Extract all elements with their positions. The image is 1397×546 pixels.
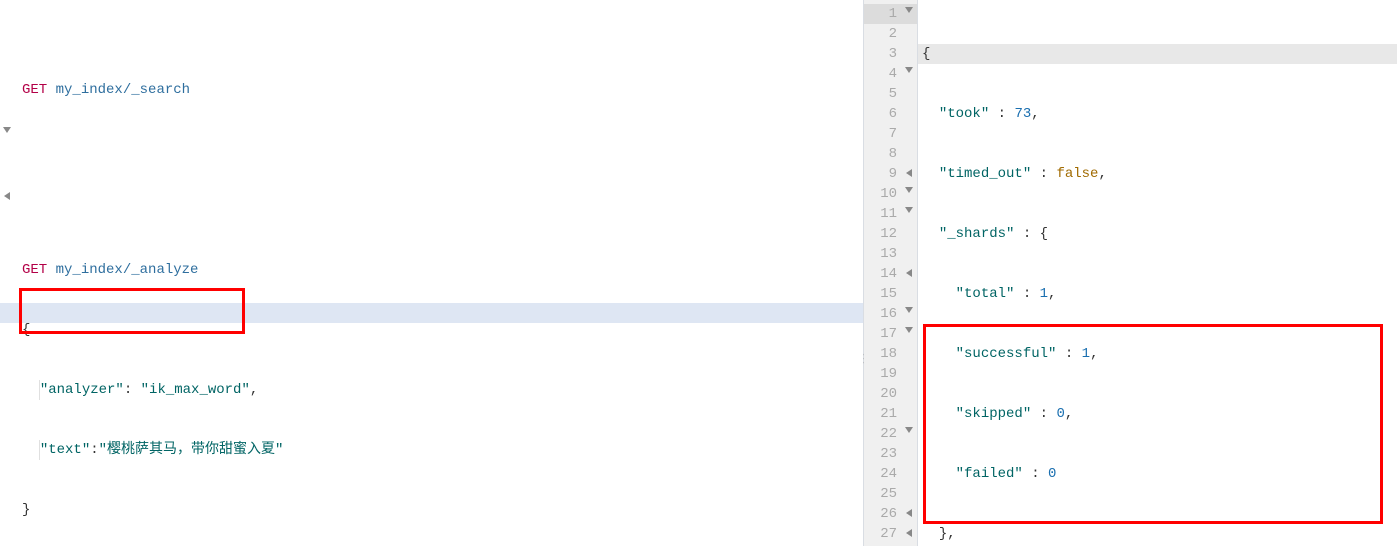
code-line[interactable]: GET my_index/_analyze <box>22 260 863 280</box>
response-pane: 1 2 3 4 5 6 7 8 9 10 11 12 13 14 15 16 1… <box>864 0 1397 546</box>
line-number: 18 <box>864 344 917 364</box>
code-line[interactable]: "timed_out" : false, <box>918 164 1397 184</box>
line-number: 8 <box>864 144 917 164</box>
code-line[interactable]: GET my_index/_search <box>22 80 863 100</box>
request-path: my_index/_search <box>56 82 190 98</box>
code-line[interactable]: "failed" : 0 <box>918 464 1397 484</box>
fold-arrow-right-icon[interactable] <box>906 529 912 537</box>
code-line[interactable]: "analyzer": "ik_max_word", <box>22 380 863 400</box>
line-number: 21 <box>864 404 917 424</box>
code-line[interactable]: "successful" : 1, <box>918 344 1397 364</box>
line-number: 27 <box>864 524 917 544</box>
code-line[interactable]: }, <box>918 524 1397 544</box>
line-number: 23 <box>864 444 917 464</box>
code-line[interactable]: "took" : 73, <box>918 104 1397 124</box>
code-line[interactable]: } <box>22 500 863 520</box>
request-editor[interactable]: GET my_index/_search GET my_index/_analy… <box>0 0 863 546</box>
line-number: 19 <box>864 364 917 384</box>
line-number: 26 <box>864 504 917 524</box>
line-number: 11 <box>864 204 917 224</box>
fold-arrow-down-icon[interactable] <box>905 327 913 333</box>
response-line-gutter: 1 2 3 4 5 6 7 8 9 10 11 12 13 14 15 16 1… <box>864 0 918 546</box>
line-number: 12 <box>864 224 917 244</box>
fold-arrow-right-icon[interactable] <box>906 269 912 277</box>
line-number: 24 <box>864 464 917 484</box>
split-view: GET my_index/_search GET my_index/_analy… <box>0 0 1397 546</box>
line-number: 16 <box>864 304 917 324</box>
response-viewer[interactable]: { "took" : 73, "timed_out" : false, "_sh… <box>918 0 1397 546</box>
fold-arrow-down-icon[interactable] <box>905 67 913 73</box>
request-editor-pane[interactable]: GET my_index/_search GET my_index/_analy… <box>0 0 864 546</box>
http-method: GET <box>22 262 47 278</box>
fold-arrow-down-icon[interactable] <box>905 187 913 193</box>
line-number: 9 <box>864 164 917 184</box>
code-line[interactable]: "_shards" : { <box>918 224 1397 244</box>
line-number: 20 <box>864 384 917 404</box>
line-number: 1 <box>864 4 917 24</box>
http-method: GET <box>22 82 47 98</box>
line-number: 5 <box>864 84 917 104</box>
fold-arrow-down-icon[interactable] <box>905 307 913 313</box>
fold-arrow-right-icon[interactable] <box>906 169 912 177</box>
fold-arrow-down-icon[interactable] <box>905 427 913 433</box>
line-number: 15 <box>864 284 917 304</box>
line-number: 14 <box>864 264 917 284</box>
code-line[interactable]: "total" : 1, <box>918 284 1397 304</box>
code-line[interactable]: { <box>22 320 863 340</box>
line-number: 10 <box>864 184 917 204</box>
line-number: 17 <box>864 324 917 344</box>
line-number: 6 <box>864 104 917 124</box>
code-line[interactable] <box>22 200 863 220</box>
line-number: 4 <box>864 64 917 84</box>
code-line[interactable]: "skipped" : 0, <box>918 404 1397 424</box>
code-line[interactable] <box>22 140 863 160</box>
fold-arrow-right-icon[interactable] <box>906 509 912 517</box>
line-number: 3 <box>864 44 917 64</box>
line-number: 22 <box>864 424 917 444</box>
code-line[interactable]: { <box>918 44 1397 64</box>
fold-arrow-down-icon[interactable] <box>905 7 913 13</box>
line-number: 25 <box>864 484 917 504</box>
line-number: 7 <box>864 124 917 144</box>
line-number: 2 <box>864 24 917 44</box>
code-line[interactable]: "text":"樱桃萨其马，带你甜蜜入夏" <box>22 440 863 460</box>
line-number: 13 <box>864 244 917 264</box>
request-path: my_index/_analyze <box>56 262 199 278</box>
fold-arrow-down-icon[interactable] <box>905 207 913 213</box>
